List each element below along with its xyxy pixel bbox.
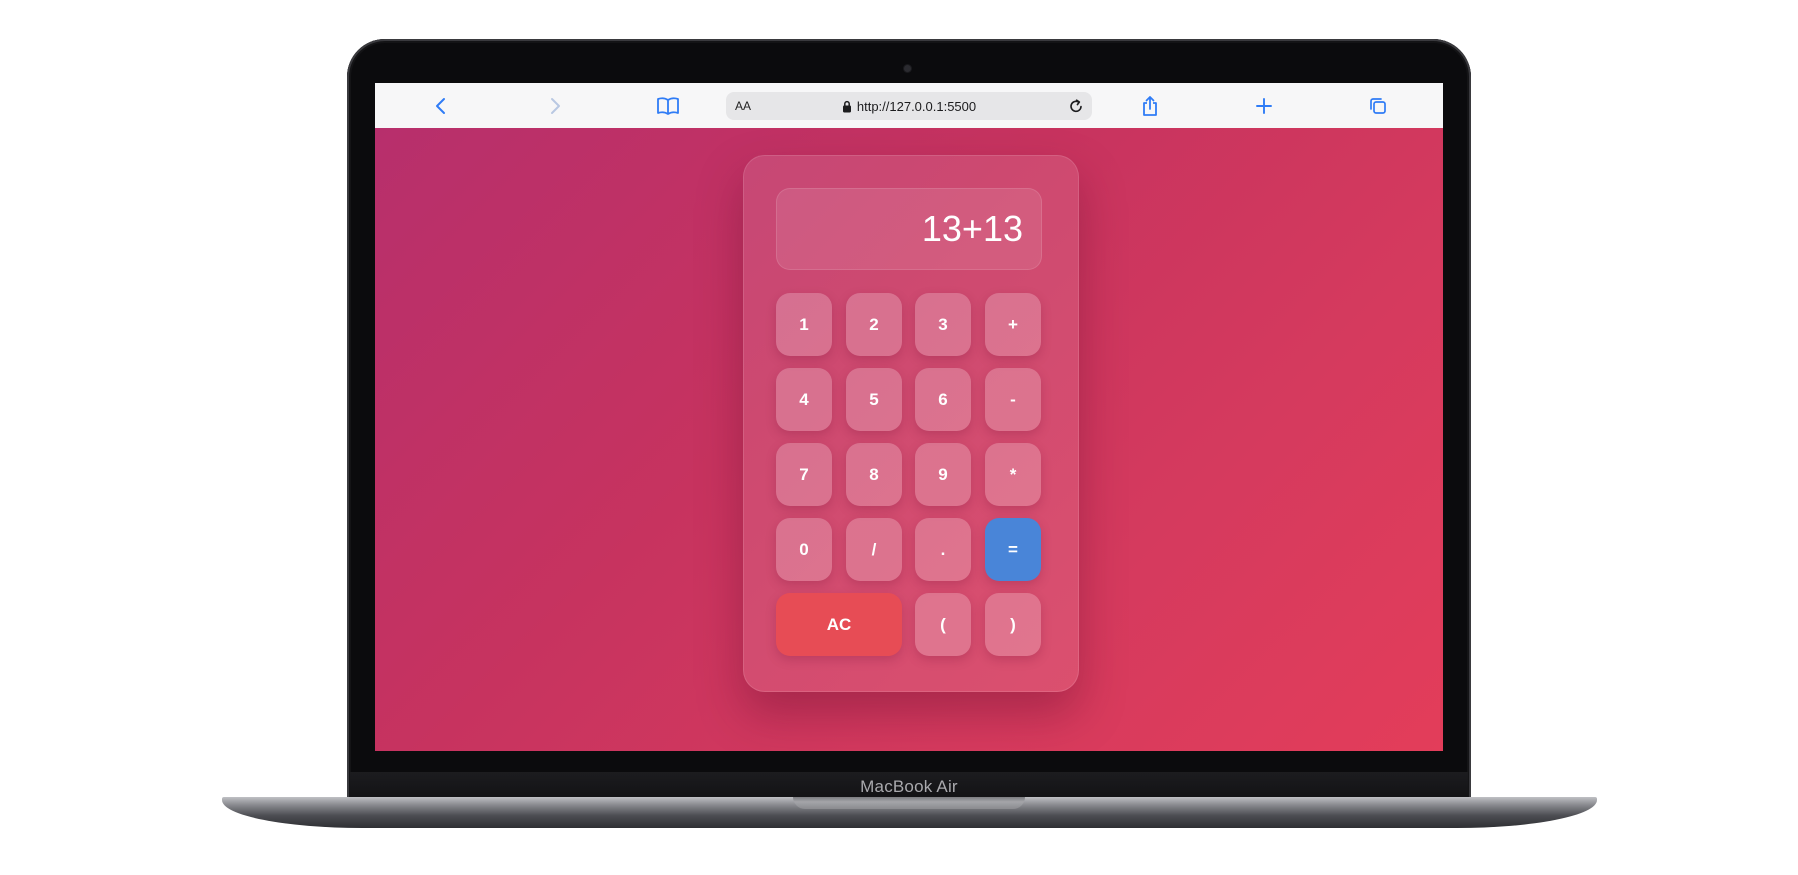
browser-toolbar: AA http://127.0.0.1:5500 — [375, 83, 1443, 129]
calculator-display: 13+13 — [776, 188, 1042, 270]
key-6[interactable]: 6 — [915, 368, 971, 431]
chevron-left-icon — [436, 98, 445, 114]
plus-icon — [1256, 98, 1272, 114]
calculator: 13+13 1 2 3 + 4 5 6 - 7 8 9 * 0 / . = AC… — [743, 155, 1079, 692]
key-4[interactable]: 4 — [776, 368, 832, 431]
url-display: http://127.0.0.1:5500 — [726, 92, 1092, 120]
key-divide[interactable]: / — [846, 518, 902, 581]
chevron-right-icon — [551, 98, 560, 114]
key-equals[interactable]: = — [985, 518, 1041, 581]
key-clear[interactable]: AC — [776, 593, 902, 656]
forward-button[interactable] — [541, 92, 569, 120]
camera-icon — [904, 65, 911, 72]
new-tab-button[interactable] — [1250, 92, 1278, 120]
address-bar[interactable]: AA http://127.0.0.1:5500 — [726, 92, 1092, 120]
back-button[interactable] — [427, 92, 455, 120]
key-right-paren[interactable]: ) — [985, 593, 1041, 656]
key-plus[interactable]: + — [985, 293, 1041, 356]
key-9[interactable]: 9 — [915, 443, 971, 506]
web-page: 13+13 1 2 3 + 4 5 6 - 7 8 9 * 0 / . = AC… — [375, 128, 1443, 751]
key-7[interactable]: 7 — [776, 443, 832, 506]
share-button[interactable] — [1136, 92, 1164, 120]
share-icon — [1143, 96, 1157, 116]
reload-icon — [1070, 99, 1082, 113]
reader-button[interactable] — [654, 92, 682, 120]
key-0[interactable]: 0 — [776, 518, 832, 581]
key-decimal[interactable]: . — [915, 518, 971, 581]
key-5[interactable]: 5 — [846, 368, 902, 431]
key-2[interactable]: 2 — [846, 293, 902, 356]
key-1[interactable]: 1 — [776, 293, 832, 356]
lock-icon — [842, 100, 851, 112]
key-minus[interactable]: - — [985, 368, 1041, 431]
key-8[interactable]: 8 — [846, 443, 902, 506]
book-icon — [657, 97, 679, 115]
tabs-icon — [1370, 98, 1386, 114]
key-3[interactable]: 3 — [915, 293, 971, 356]
key-multiply[interactable]: * — [985, 443, 1041, 506]
reload-button[interactable] — [1066, 96, 1086, 116]
stage: AA http://127.0.0.1:5500 13+13 1 2 3 + 4… — [0, 0, 1798, 875]
laptop-notch — [793, 797, 1025, 809]
key-left-paren[interactable]: ( — [915, 593, 971, 656]
url-text: http://127.0.0.1:5500 — [856, 98, 977, 114]
tabs-overview-button[interactable] — [1364, 92, 1392, 120]
screen: AA http://127.0.0.1:5500 13+13 1 2 3 + 4… — [375, 83, 1443, 751]
